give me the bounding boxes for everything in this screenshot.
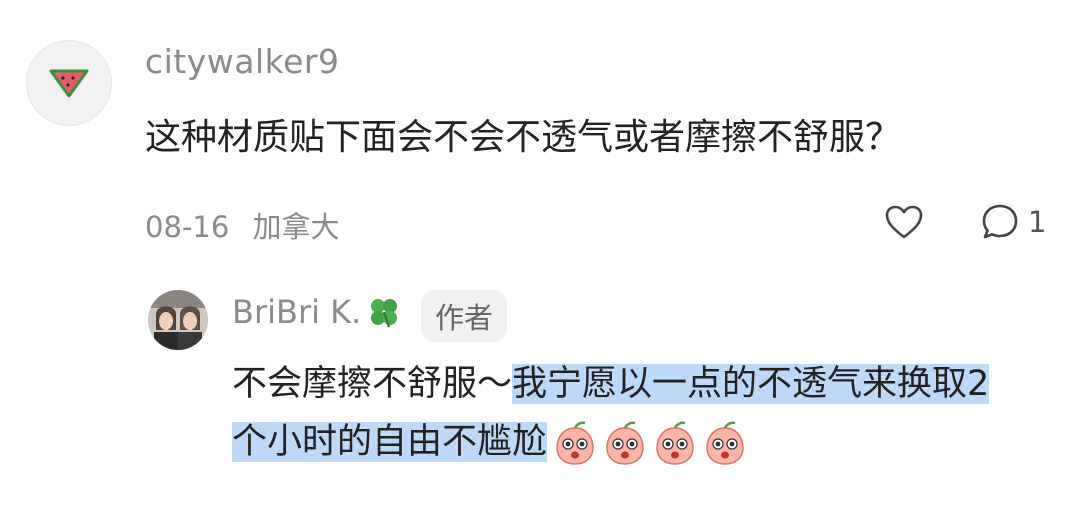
commenter-avatar[interactable] — [26, 40, 112, 126]
reply-text-plain: 不会摩擦不舒服～ — [232, 364, 513, 404]
heart-icon — [885, 205, 923, 239]
author-avatar[interactable] — [148, 290, 208, 350]
comment-location: 加拿大 — [252, 210, 340, 244]
commenter-username[interactable]: citywalker9 — [145, 42, 339, 81]
author-photo — [148, 290, 208, 350]
comment-meta: 08-16 加拿大 — [145, 204, 340, 246]
reply-text: 不会摩擦不舒服～我宁愿以一点的不透气来换取2 个小时的自由不尴尬 — [232, 355, 1062, 471]
comment-text: 这种材质贴下面会不会不透气或者摩擦不舒服？ — [145, 117, 902, 158]
peach-emoji-icon — [656, 421, 694, 465]
reply-count: 1 — [1028, 205, 1047, 239]
peach-emoji-icon — [606, 421, 644, 465]
emoji-row — [553, 420, 747, 466]
reply-button[interactable]: 1 — [980, 202, 1046, 242]
author-badge: 作者 — [421, 290, 508, 342]
reply-text-highlight-1: 我宁愿以一点的不透气来换取2 — [512, 364, 990, 404]
four-leaf-clover-icon — [367, 295, 401, 329]
watermelon-icon — [49, 69, 89, 98]
reply-text-highlight-2: 个小时的自由不尴尬 — [232, 422, 548, 462]
comment-bubble-icon — [982, 204, 1018, 239]
author-username-row[interactable]: BriBri K. — [232, 293, 401, 331]
peach-emoji-icon — [556, 421, 594, 465]
like-button[interactable] — [884, 204, 924, 240]
comment-date: 08-16 — [145, 210, 230, 244]
peach-emoji-icon — [706, 421, 744, 465]
author-username[interactable]: BriBri K. — [232, 293, 361, 331]
